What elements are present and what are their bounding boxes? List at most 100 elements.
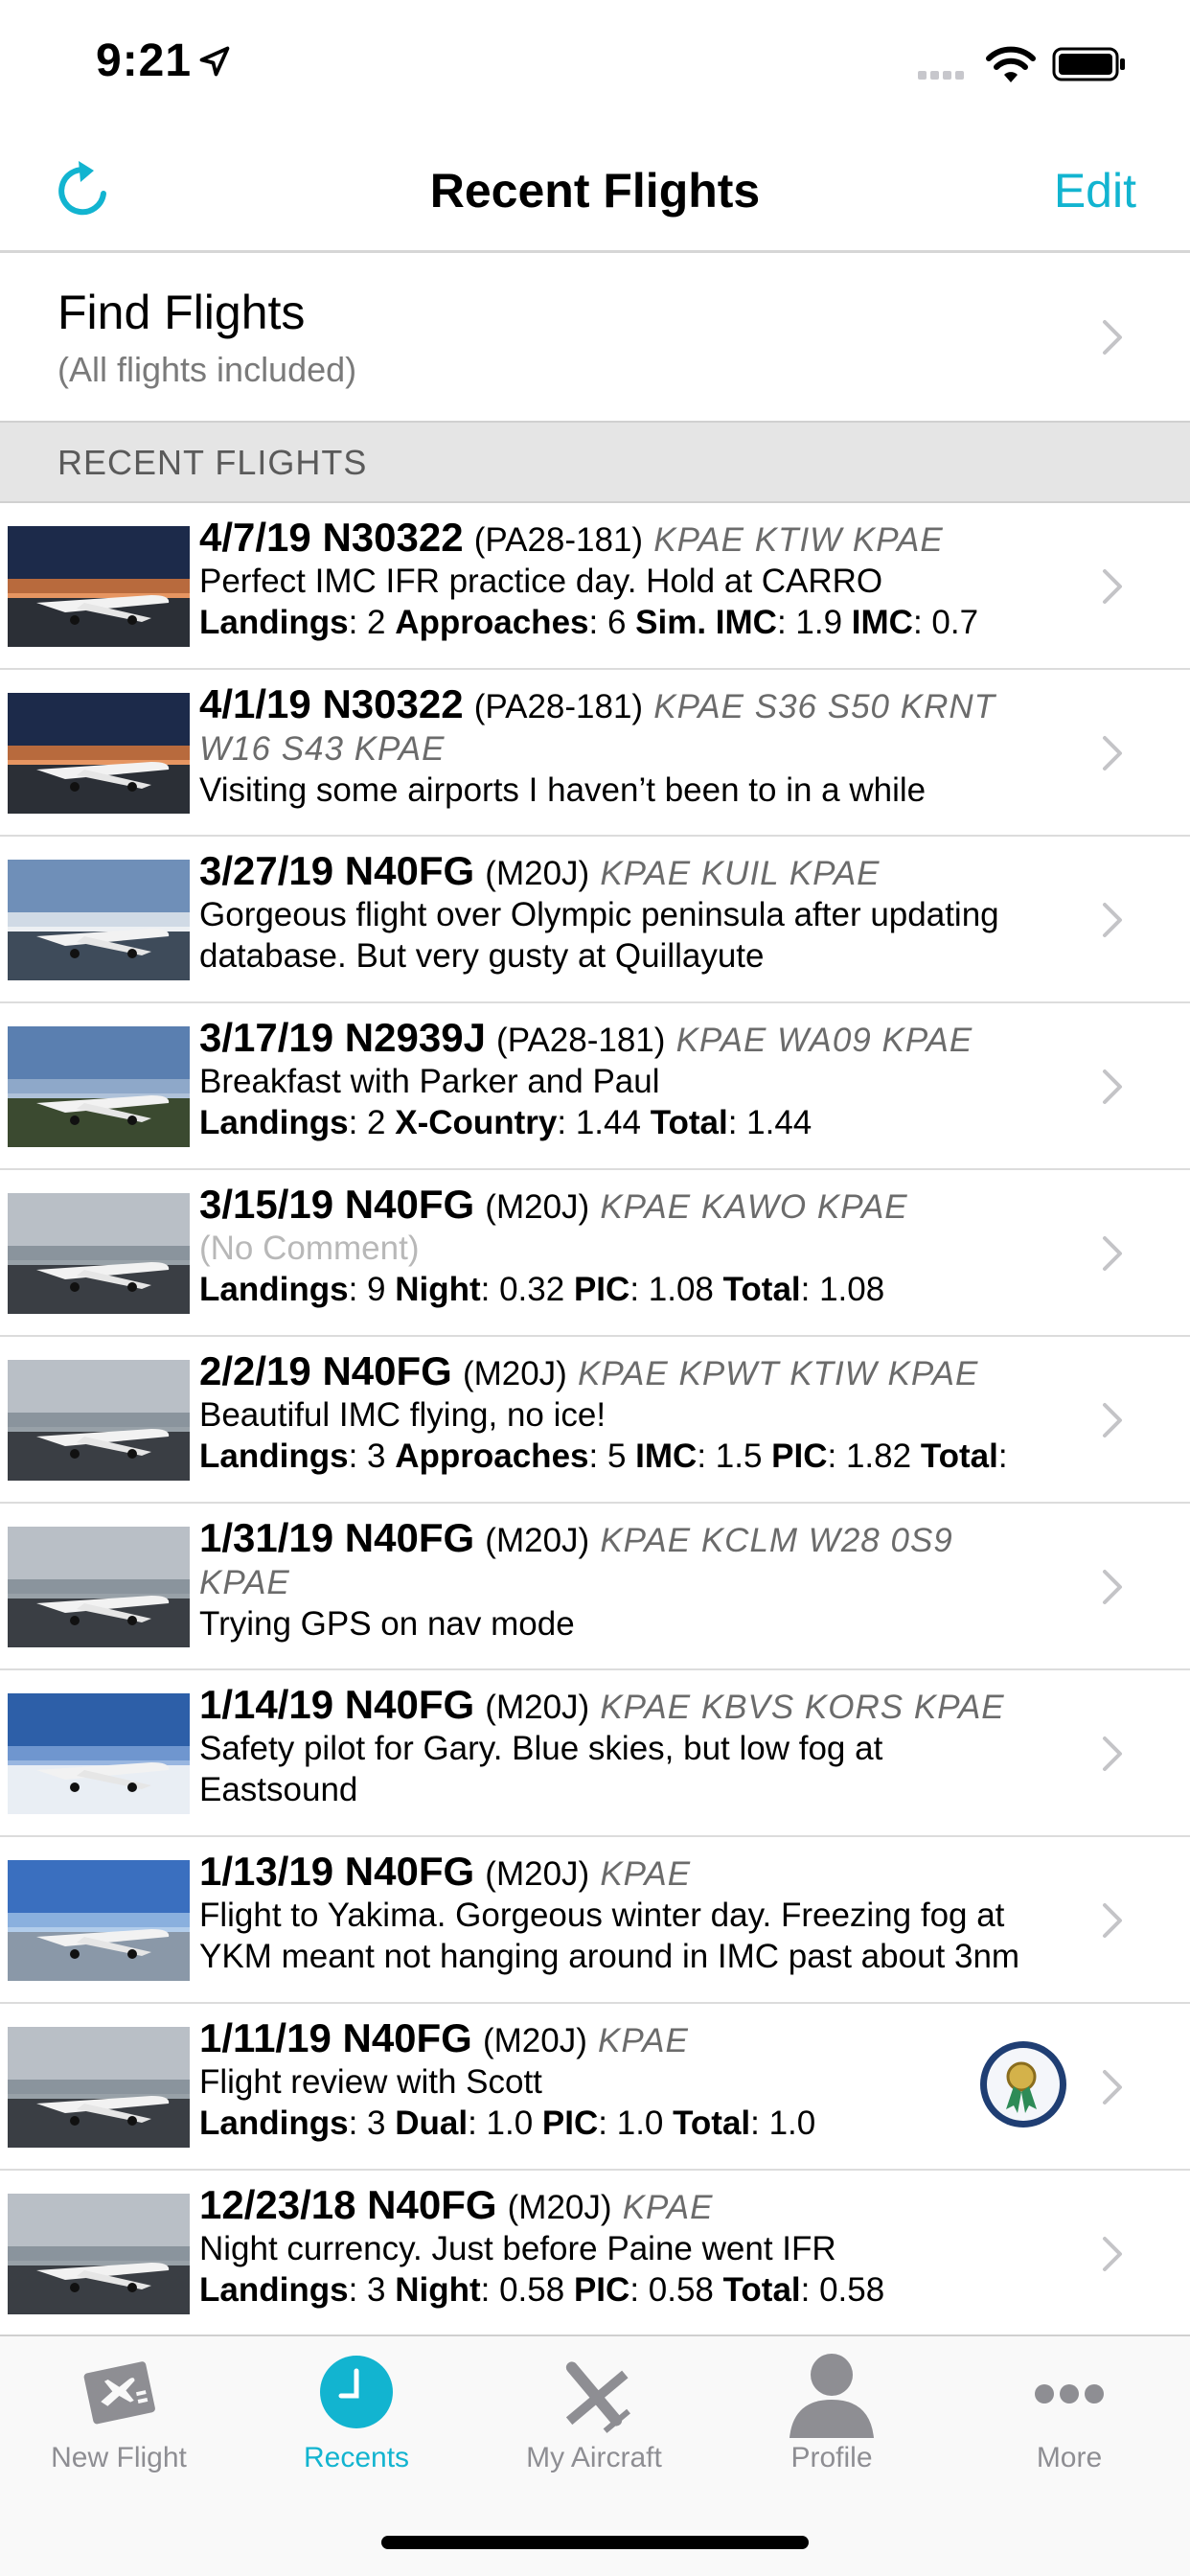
section-header: RECENT FLIGHTS bbox=[0, 421, 1190, 503]
airplane-icon bbox=[565, 2361, 630, 2433]
aircraft-model: (M20J) bbox=[462, 1355, 567, 1392]
stat-value: 1.0 bbox=[768, 2104, 816, 2142]
flight-date-tail: 2/2/19 N40FG bbox=[199, 1350, 452, 1393]
flight-stats: Landings: 2 Approaches: 6 Sim. IMC: 1.9 … bbox=[199, 604, 979, 641]
stat-value: 0.7 bbox=[931, 604, 979, 641]
aircraft-model: (M20J) bbox=[485, 1689, 590, 1726]
stat-label: Night bbox=[395, 2271, 481, 2309]
stat-value: 1.08 bbox=[819, 1271, 885, 1308]
flight-thumbnail bbox=[8, 1527, 190, 1647]
tab-new-flight[interactable]: New Flight bbox=[0, 2336, 238, 2499]
chevron-right-icon bbox=[1102, 1736, 1123, 1772]
stat-value: 1.44 bbox=[575, 1104, 641, 1141]
flight-summary: 3/17/19 N2939J (PA28-181) KPAE WA09 KPAE… bbox=[199, 1017, 1042, 1143]
stat-label: Total bbox=[920, 1438, 998, 1475]
flight-summary: 1/14/19 N40FG (M20J) KPAE KBVS KORS KPAE… bbox=[199, 1684, 1042, 1810]
stat-value: 0.32 bbox=[499, 1271, 565, 1308]
flight-comment: Night currency. Just before Paine went I… bbox=[199, 2230, 836, 2267]
location-arrow-icon bbox=[199, 46, 230, 77]
clock-icon bbox=[320, 2356, 393, 2428]
flight-row[interactable]: 1/31/19 N40FG (M20J) KPAE KCLM W28 0S9 K… bbox=[0, 1504, 1190, 1670]
flight-row[interactable]: 3/15/19 N40FG (M20J) KPAE KAWO KPAE (No C… bbox=[0, 1170, 1190, 1337]
chevron-right-icon bbox=[1102, 2236, 1123, 2272]
chevron-right-icon bbox=[1102, 902, 1123, 938]
flight-route: KPAE bbox=[600, 1855, 692, 1893]
flight-thumbnail bbox=[8, 1360, 190, 1481]
stat-label: Total bbox=[650, 1104, 728, 1141]
flight-thumbnail bbox=[8, 1693, 190, 1814]
flight-row[interactable]: 12/23/18 N40FG (M20J) KPAE Night currency… bbox=[0, 2171, 1190, 2337]
flight-thumbnail bbox=[8, 1193, 190, 1314]
aircraft-model: (M20J) bbox=[485, 855, 590, 892]
section-header-label: RECENT FLIGHTS bbox=[57, 443, 368, 482]
tab-my-aircraft[interactable]: My Aircraft bbox=[475, 2336, 713, 2499]
chevron-right-icon bbox=[1102, 568, 1123, 605]
find-flights-subtitle: (All flights included) bbox=[57, 350, 357, 389]
flight-row[interactable]: 1/13/19 N40FG (M20J) KPAE Flight to Yakim… bbox=[0, 1837, 1190, 2004]
flight-route: KPAE KBVS KORS KPAE bbox=[600, 1689, 1005, 1726]
flight-title-line: 1/11/19 N40FG (M20J) KPAE bbox=[199, 2017, 1042, 2061]
new-flight-icon bbox=[83, 2361, 155, 2425]
stat-value: 9 bbox=[367, 1271, 386, 1308]
flight-row[interactable]: 4/1/19 N30322 (PA28-181) KPAE S36 S50 KR… bbox=[0, 670, 1190, 837]
flight-route: KPAE KTIW KPAE bbox=[653, 521, 944, 559]
chevron-right-icon bbox=[1102, 1569, 1123, 1605]
find-flights-row[interactable]: Find Flights (All flights included) bbox=[0, 256, 1190, 421]
stat-value: 0.58 bbox=[499, 2271, 565, 2309]
tab-more[interactable]: More bbox=[950, 2336, 1188, 2499]
wifi-icon bbox=[986, 46, 1036, 82]
flight-row[interactable]: 1/11/19 N40FG (M20J) KPAE Flight review w… bbox=[0, 2004, 1190, 2171]
flight-comment: Breakfast with Parker and Paul bbox=[199, 1063, 660, 1100]
flight-route: KPAE KUIL KPAE bbox=[600, 855, 881, 892]
flight-row[interactable]: 3/27/19 N40FG (M20J) KPAE KUIL KPAE Gorge… bbox=[0, 837, 1190, 1003]
stat-label: Landings bbox=[199, 2271, 349, 2309]
stat-label: Total bbox=[673, 2104, 751, 2142]
stat-label: PIC bbox=[573, 2271, 630, 2309]
flight-title-line: 3/27/19 N40FG (M20J) KPAE KUIL KPAE bbox=[199, 850, 1042, 894]
flight-comment: (No Comment) bbox=[199, 1230, 420, 1267]
flight-row[interactable]: 2/2/19 N40FG (M20J) KPAE KPWT KTIW KPAE B… bbox=[0, 1337, 1190, 1504]
flight-comment: Flight review with Scott bbox=[199, 2063, 542, 2101]
achievement-badge-icon bbox=[977, 2038, 1069, 2130]
chevron-right-icon bbox=[1102, 1069, 1123, 1105]
status-time: 9:21 bbox=[96, 35, 193, 86]
home-indicator[interactable] bbox=[381, 2536, 809, 2549]
stat-label: Approaches bbox=[395, 604, 589, 641]
stat-value: 2 bbox=[367, 604, 386, 641]
stat-label: Approaches bbox=[395, 1438, 589, 1475]
chevron-right-icon bbox=[1102, 735, 1123, 771]
stat-value: 1.5 bbox=[715, 1438, 763, 1475]
stat-value: 3 bbox=[367, 1438, 386, 1475]
flight-title-line: 1/31/19 N40FG (M20J) KPAE KCLM W28 0S9 K… bbox=[199, 1517, 1042, 1603]
aircraft-model: (M20J) bbox=[485, 1855, 590, 1893]
flight-summary: 12/23/18 N40FG (M20J) KPAE Night currency… bbox=[199, 2184, 1042, 2311]
stat-label: IMC bbox=[851, 604, 913, 641]
flight-title-line: 4/7/19 N30322 (PA28-181) KPAE KTIW KPAE bbox=[199, 517, 1042, 561]
stat-value: 6 bbox=[606, 604, 627, 641]
flight-comment: Trying GPS on nav mode bbox=[199, 1605, 575, 1643]
stat-value: 1.82 bbox=[845, 1438, 912, 1475]
flight-comment: Gorgeous flight over Olympic peninsula a… bbox=[199, 896, 999, 975]
stat-value: 3 bbox=[367, 2104, 386, 2142]
flight-row[interactable]: 4/7/19 N30322 (PA28-181) KPAE KTIW KPAE P… bbox=[0, 503, 1190, 670]
find-flights-title: Find Flights bbox=[57, 286, 306, 339]
aircraft-model: (M20J) bbox=[507, 2189, 612, 2226]
tab-label: More bbox=[1036, 2442, 1103, 2473]
flight-date-tail: 3/17/19 N2939J bbox=[199, 1017, 486, 1060]
flight-row[interactable]: 1/14/19 N40FG (M20J) KPAE KBVS KORS KPAE… bbox=[0, 1670, 1190, 1837]
aircraft-model: (M20J) bbox=[485, 1188, 590, 1226]
stat-label: Total bbox=[722, 1271, 801, 1308]
edit-button[interactable]: Edit bbox=[1054, 163, 1136, 218]
tab-profile[interactable]: Profile bbox=[713, 2336, 950, 2499]
tab-recents[interactable]: Recents bbox=[238, 2336, 475, 2499]
flight-row[interactable]: 3/17/19 N2939J (PA28-181) KPAE WA09 KPAE… bbox=[0, 1003, 1190, 1170]
person-icon bbox=[790, 2354, 874, 2438]
tab-label: Profile bbox=[790, 2442, 873, 2473]
flight-thumbnail bbox=[8, 693, 190, 814]
flight-title-line: 3/15/19 N40FG (M20J) KPAE KAWO KPAE bbox=[199, 1184, 1042, 1228]
tab-label: My Aircraft bbox=[526, 2442, 662, 2473]
flight-date-tail: 4/7/19 N30322 bbox=[199, 517, 464, 560]
stat-value: 1.44 bbox=[746, 1104, 812, 1141]
stat-value: 1.08 bbox=[648, 1271, 714, 1308]
battery-icon bbox=[1052, 47, 1125, 81]
